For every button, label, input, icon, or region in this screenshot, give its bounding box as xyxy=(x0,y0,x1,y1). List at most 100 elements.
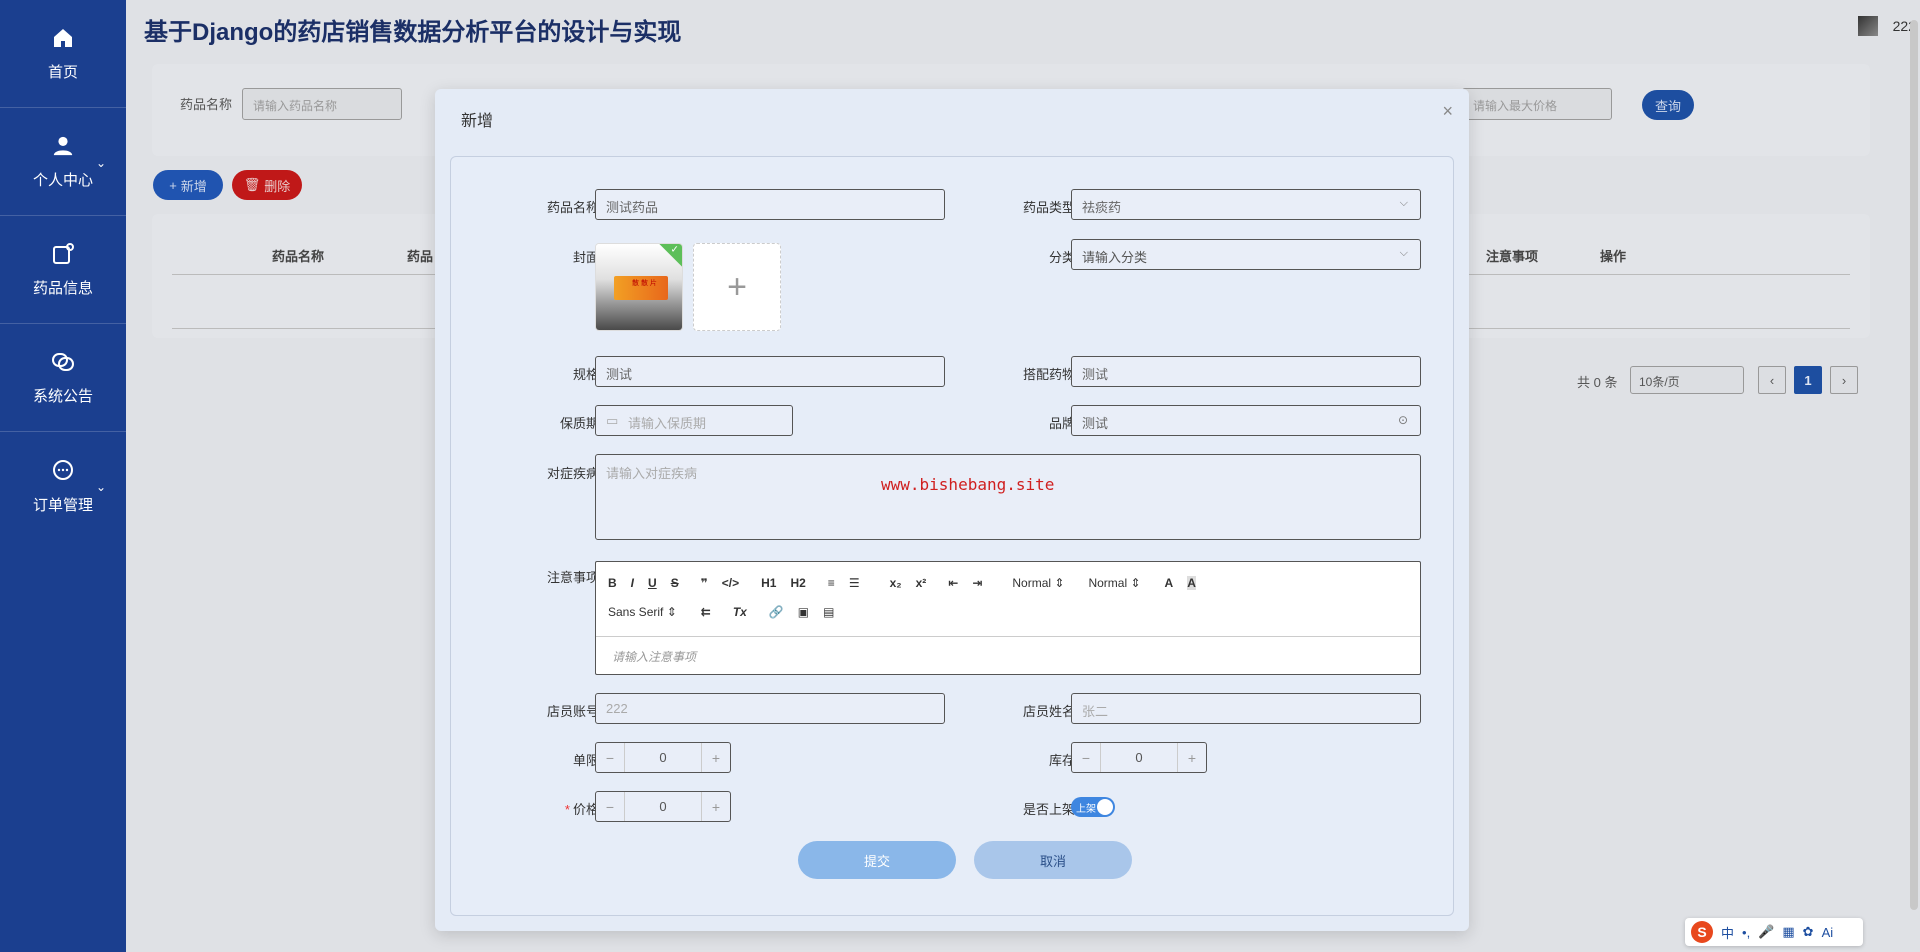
editor-placeholder: 请输入注意事项 xyxy=(612,650,697,664)
field-label: 是否上架 xyxy=(1022,802,1075,817)
text-color-icon[interactable]: A xyxy=(1165,576,1174,590)
skin-icon[interactable]: ✿ xyxy=(1803,924,1814,940)
italic-button[interactable]: I xyxy=(631,576,634,590)
heading-select[interactable]: Normal ⇕ xyxy=(1088,576,1140,590)
brand-input[interactable]: 测试 ⊙ xyxy=(1071,405,1421,436)
add-dialog: 新增 × 药品名称 测试药品 药品类型 祛痰药 ⌵ 封面 散 散 片 ✓ + 分… xyxy=(435,89,1469,931)
keyboard-icon[interactable]: ▦ xyxy=(1782,924,1794,940)
watermark-text: www.bishebang.site xyxy=(881,475,1055,494)
input-placeholder: 请输入保质期 xyxy=(628,416,707,431)
select-placeholder: 请输入分类 xyxy=(1082,250,1148,265)
on-shelf-toggle[interactable]: 上架 xyxy=(1071,797,1115,817)
sidebar-item-label: 系统公告 xyxy=(32,388,93,405)
price-stepper[interactable]: − 0 + xyxy=(595,791,731,822)
field-label: 店员姓名 xyxy=(1022,704,1075,719)
shelf-life-date-input[interactable]: ▭ 请输入保质期 xyxy=(595,405,793,436)
stepper-value[interactable]: 0 xyxy=(624,743,702,772)
subscript-button[interactable]: x₂ xyxy=(890,576,902,590)
sidebar-item-label: 药品信息 xyxy=(32,280,93,297)
plus-icon[interactable]: + xyxy=(1178,743,1206,772)
close-icon[interactable]: × xyxy=(1442,101,1453,122)
editor-toolbar: B I U S ❞ </> H1 H2 ≡ ☰ x₂ x² ⇤ ⇥ Normal… xyxy=(608,576,1210,590)
sidebar-item-personal-center[interactable]: 个人中心 ⌄ xyxy=(0,108,126,216)
sidebar: 首页 个人中心 ⌄ 药品信息 系统公告 订单管理 ⌄ xyxy=(0,0,126,952)
medicine-type-select[interactable]: 祛痰药 ⌵ xyxy=(1071,189,1421,220)
clear-format-icon[interactable]: Tx xyxy=(733,605,747,619)
dialog-title: 新增 xyxy=(461,113,494,130)
align-icon[interactable]: ⇇ xyxy=(701,605,711,619)
ime-punct[interactable]: •, xyxy=(1742,925,1750,940)
staff-account-input[interactable]: 222 xyxy=(595,693,945,724)
bullet-list-button[interactable]: ☰ xyxy=(849,576,860,590)
field-label: 药品类型 xyxy=(1022,200,1075,215)
size-select-value: Normal xyxy=(1012,576,1052,590)
ai-icon[interactable]: Ai xyxy=(1822,925,1834,940)
editor-toolbar-row2: Sans Serif ⇕ ⇇ Tx 🔗 ▣ ▤ xyxy=(608,605,848,619)
background-color-icon[interactable]: A xyxy=(1187,576,1196,590)
divider xyxy=(596,636,1420,637)
font-select[interactable]: Sans Serif ⇕ xyxy=(608,605,677,619)
image-text: 散 散 片 xyxy=(632,280,657,287)
link-icon xyxy=(50,349,76,375)
upload-add-button[interactable]: + xyxy=(693,243,781,331)
ordered-list-button[interactable]: ≡ xyxy=(828,576,835,590)
link-icon[interactable]: 🔗 xyxy=(769,605,784,619)
h2-button[interactable]: H2 xyxy=(790,576,805,590)
stock-stepper[interactable]: − 0 + xyxy=(1071,742,1207,773)
image-icon[interactable]: ▣ xyxy=(798,605,809,619)
blockquote-button[interactable]: ❞ xyxy=(701,576,708,590)
chat-icon xyxy=(50,458,76,484)
code-button[interactable]: </> xyxy=(722,576,739,590)
category-select[interactable]: 请输入分类 ⌵ xyxy=(1071,239,1421,270)
ime-logo-icon[interactable]: S xyxy=(1691,921,1713,943)
sidebar-item-orders[interactable]: 订单管理 ⌄ xyxy=(0,432,126,540)
plus-icon: + xyxy=(727,267,747,306)
staff-name-input[interactable]: 张二 xyxy=(1071,693,1421,724)
bold-button[interactable]: B xyxy=(608,576,617,590)
minus-icon[interactable]: − xyxy=(1072,743,1100,772)
underline-button[interactable]: U xyxy=(648,576,657,590)
disease-textarea[interactable]: 请输入对症疾病 xyxy=(595,454,1421,540)
sidebar-item-announcement[interactable]: 系统公告 xyxy=(0,324,126,432)
submit-button[interactable]: 提交 xyxy=(798,841,956,879)
sidebar-item-label: 个人中心 xyxy=(32,172,93,189)
clear-icon[interactable]: ⊙ xyxy=(1398,413,1408,427)
home-icon xyxy=(50,25,76,51)
notes-rich-editor[interactable]: B I U S ❞ </> H1 H2 ≡ ☰ x₂ x² ⇤ ⇥ Normal… xyxy=(595,561,1421,675)
field-label: 店员账号 xyxy=(546,704,599,719)
size-select[interactable]: Normal ⇕ xyxy=(1012,576,1064,590)
stepper-value[interactable]: 0 xyxy=(1100,743,1178,772)
field-label: 注意事项 xyxy=(546,570,599,585)
plus-icon[interactable]: + xyxy=(702,792,730,821)
spec-input[interactable]: 测试 xyxy=(595,356,945,387)
microphone-icon[interactable]: 🎤 xyxy=(1758,924,1774,940)
minus-icon[interactable]: − xyxy=(596,743,624,772)
combo-medicine-input[interactable]: 测试 xyxy=(1071,356,1421,387)
superscript-button[interactable]: x² xyxy=(916,576,927,590)
field-label: 药品名称 xyxy=(546,200,599,215)
stepper-value[interactable]: 0 xyxy=(624,792,702,821)
sidebar-item-home[interactable]: 首页 xyxy=(0,0,126,108)
field-label: 规格 xyxy=(572,367,599,382)
chevron-down-icon: ⌵ xyxy=(1399,247,1408,259)
limit-stepper[interactable]: − 0 + xyxy=(595,742,731,773)
form-container: 药品名称 测试药品 药品类型 祛痰药 ⌵ 封面 散 散 片 ✓ + 分类 请输入… xyxy=(450,156,1454,916)
video-icon[interactable]: ▤ xyxy=(823,605,834,619)
sidebar-item-medicine-info[interactable]: 药品信息 xyxy=(0,216,126,324)
plus-icon[interactable]: + xyxy=(702,743,730,772)
sidebar-item-label: 首页 xyxy=(47,64,78,81)
field-label: 分类 xyxy=(1048,250,1075,265)
h1-button[interactable]: H1 xyxy=(761,576,776,590)
cover-image-thumbnail[interactable]: 散 散 片 ✓ xyxy=(595,243,683,331)
indent-button[interactable]: ⇥ xyxy=(972,576,982,590)
field-label: 品牌 xyxy=(1048,416,1075,431)
outdent-button[interactable]: ⇤ xyxy=(948,576,958,590)
medicine-name-input[interactable]: 测试药品 xyxy=(595,189,945,220)
cancel-button[interactable]: 取消 xyxy=(974,841,1132,879)
field-label: 保质期 xyxy=(559,416,599,431)
strike-button[interactable]: S xyxy=(671,576,679,590)
ime-mode[interactable]: 中 xyxy=(1721,923,1734,942)
ime-toolbar[interactable]: S 中 •, 🎤 ▦ ✿ Ai xyxy=(1685,918,1863,946)
chevron-down-icon: ⌄ xyxy=(95,480,106,494)
minus-icon[interactable]: − xyxy=(596,792,624,821)
